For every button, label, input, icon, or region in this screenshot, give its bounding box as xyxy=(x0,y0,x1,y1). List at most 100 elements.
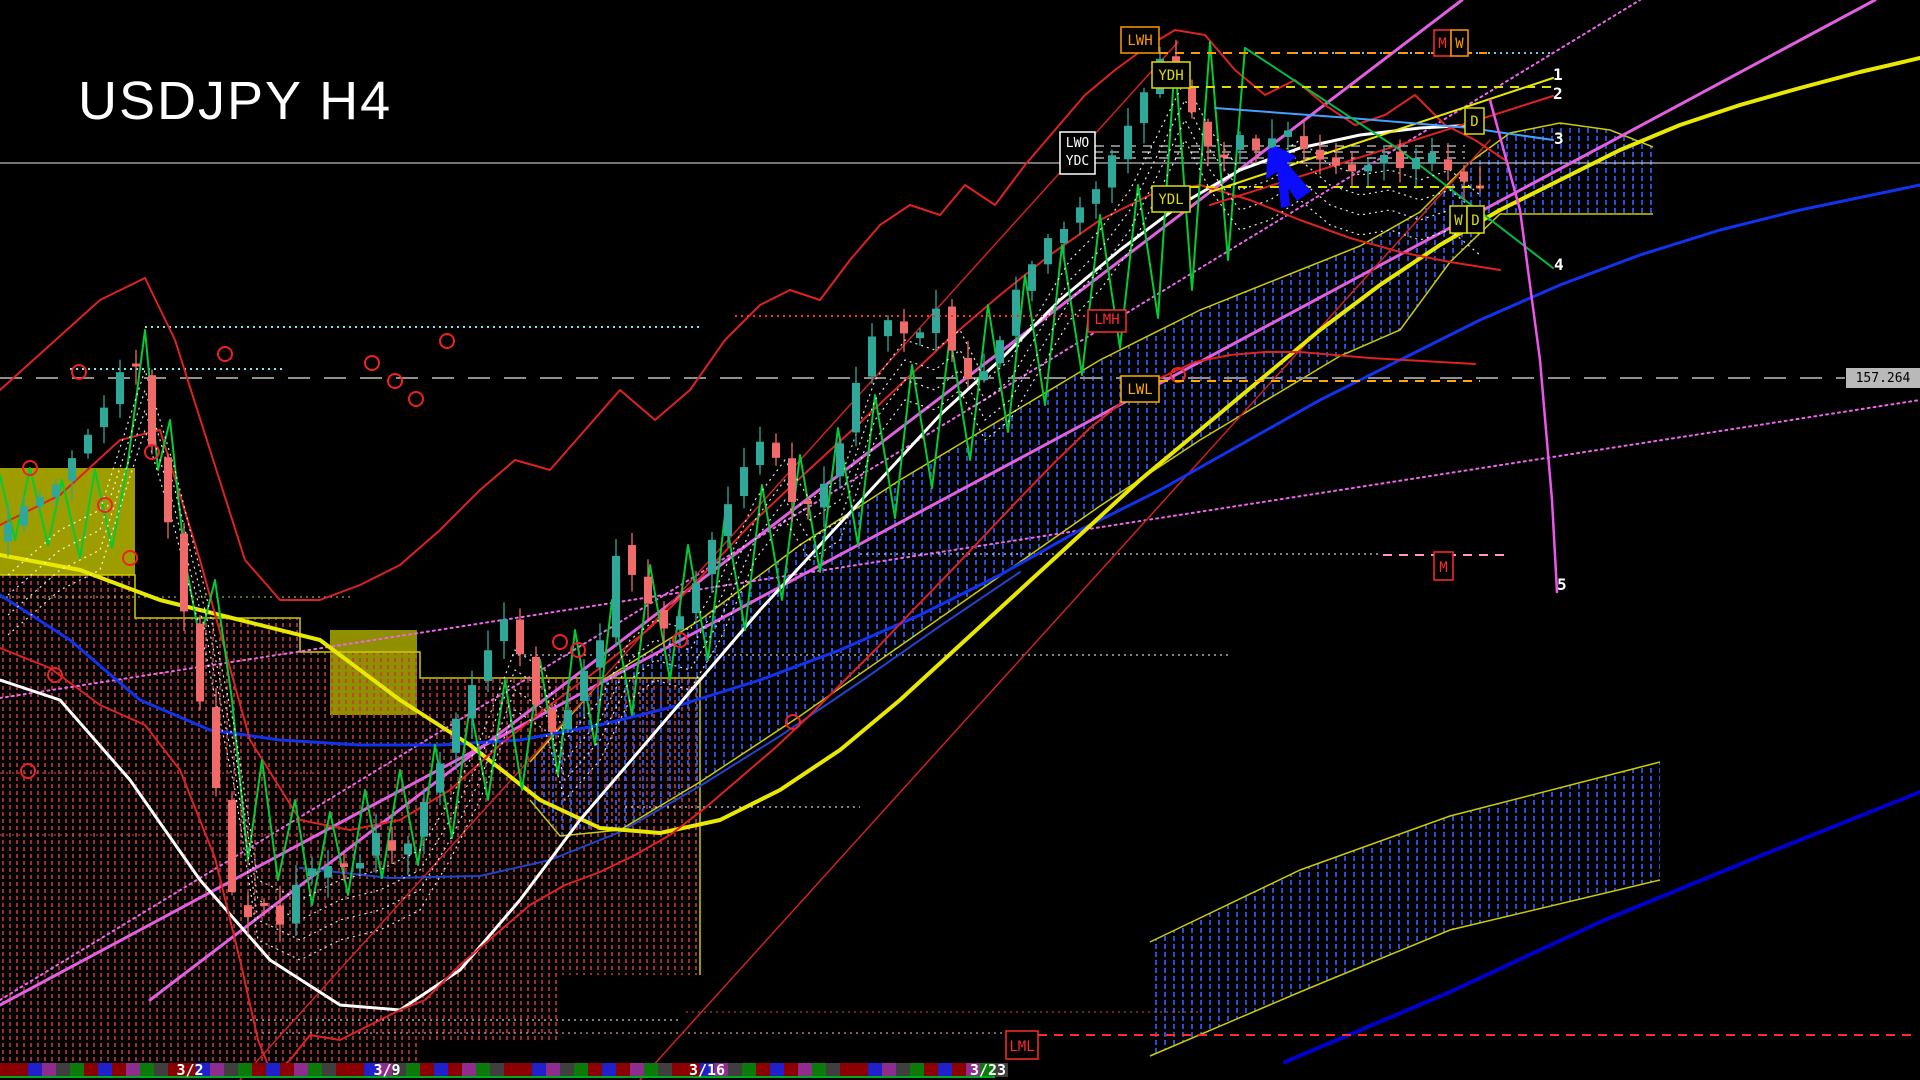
candle-body xyxy=(501,620,508,641)
ribbon-block xyxy=(154,1063,168,1077)
ribbon-block xyxy=(322,1063,336,1077)
ribbon-block xyxy=(560,1063,574,1077)
ribbon-block xyxy=(462,1063,476,1077)
ribbon-block xyxy=(434,1063,448,1077)
ribbon-block xyxy=(518,1063,532,1077)
candle-body xyxy=(277,906,284,924)
candle-body xyxy=(69,459,76,480)
candle-body xyxy=(341,864,348,867)
ribbon-block xyxy=(938,1063,952,1077)
level-label-text: YDC xyxy=(1066,154,1089,169)
candle-body xyxy=(389,841,396,850)
x-axis-date-3/16: 3/16 xyxy=(689,1061,725,1079)
candle-body xyxy=(981,372,988,380)
candle-body xyxy=(1029,265,1036,291)
x-axis-date-3/2: 3/2 xyxy=(176,1061,203,1079)
candle-body xyxy=(1413,159,1420,169)
candle-body xyxy=(293,885,300,923)
ribbon-block xyxy=(784,1063,798,1077)
level-label-text: LML xyxy=(1009,1039,1034,1055)
period-marker-text: W xyxy=(1454,213,1463,229)
candle-body xyxy=(1429,153,1436,162)
candle-body xyxy=(1285,131,1292,137)
candle-body xyxy=(581,671,588,700)
candle-body xyxy=(1333,158,1340,165)
ribbon-block xyxy=(840,1063,854,1077)
ribbon-block xyxy=(504,1063,518,1077)
fan-line-number-5: 5 xyxy=(1557,575,1567,594)
ribbon-block xyxy=(210,1063,224,1077)
level-label-LWO-YDC[interactable]: LWOYDC xyxy=(1060,132,1095,174)
level-label-LWL[interactable]: LWL xyxy=(1121,376,1159,402)
fan-line-number-3: 3 xyxy=(1554,129,1564,148)
ribbon-block xyxy=(406,1063,420,1077)
candle-body xyxy=(1349,165,1356,171)
ribbon-block xyxy=(0,1063,14,1077)
candle-body xyxy=(453,719,460,752)
ribbon-block xyxy=(56,1063,70,1077)
candle-body xyxy=(885,321,892,336)
period-marker-D-4[interactable]: D xyxy=(1467,206,1484,233)
candle-body xyxy=(677,617,684,629)
candle-body xyxy=(437,764,444,792)
candle-body xyxy=(1141,93,1148,123)
ribbon-block xyxy=(98,1063,112,1077)
candle-body xyxy=(421,802,428,836)
ribbon-block xyxy=(490,1063,504,1077)
candle-body xyxy=(261,903,268,905)
candle-body xyxy=(485,651,492,681)
candle-body xyxy=(1125,126,1132,158)
candle-body xyxy=(21,507,28,525)
candle-body xyxy=(869,337,876,376)
ribbon-block xyxy=(140,1063,154,1077)
candle-body xyxy=(5,524,12,541)
candle-body xyxy=(197,624,204,701)
candle-body xyxy=(629,546,636,575)
level-label-LML[interactable]: LML xyxy=(1006,1031,1038,1059)
level-label-YDH[interactable]: YDH xyxy=(1152,62,1190,88)
period-marker-D-2[interactable]: D xyxy=(1465,108,1484,134)
swing-circle-marker xyxy=(72,365,86,379)
candle-body xyxy=(1445,160,1452,170)
swing-circle-marker xyxy=(365,356,379,370)
candle-body xyxy=(1461,172,1468,181)
candle-body xyxy=(917,333,924,338)
level-label-M[interactable]: M xyxy=(1434,552,1453,580)
period-marker-M-0[interactable]: M xyxy=(1434,30,1451,56)
ribbon-block xyxy=(924,1063,938,1077)
period-marker-W-3[interactable]: W xyxy=(1450,206,1467,233)
bottom-ribbon xyxy=(0,1063,1008,1077)
candle-body xyxy=(757,442,764,464)
ribbon-block xyxy=(294,1063,308,1077)
candle-body xyxy=(1397,152,1404,168)
ribbon-block xyxy=(252,1063,266,1077)
candle-body xyxy=(1045,239,1052,264)
ribbon-block xyxy=(644,1063,658,1077)
period-marker-W-1[interactable]: W xyxy=(1451,30,1468,56)
ribbon-block xyxy=(658,1063,672,1077)
candle-body xyxy=(965,358,972,378)
level-label-text: YDH xyxy=(1158,68,1183,84)
price-chart-canvas[interactable]: LWHYDHYDLLMHLWLMLMLLWOYDCMWDWD123453/23/… xyxy=(0,0,1920,1080)
period-marker-text: W xyxy=(1455,36,1464,52)
candle-body xyxy=(853,383,860,432)
ribbon-block xyxy=(812,1063,826,1077)
candle-body xyxy=(1221,155,1228,157)
candle-body xyxy=(101,408,108,427)
ribbon-block xyxy=(308,1063,322,1077)
candle-body xyxy=(725,505,732,536)
level-label-YDL[interactable]: YDL xyxy=(1152,186,1190,212)
ribbon-block xyxy=(448,1063,462,1077)
ribbon-block xyxy=(798,1063,812,1077)
candle-body xyxy=(133,364,140,366)
candle-body xyxy=(117,373,124,404)
period-marker-text: D xyxy=(1470,114,1478,130)
level-label-LWH[interactable]: LWH xyxy=(1121,27,1159,53)
ribbon-block xyxy=(896,1063,910,1077)
fan-line-number-1: 1 xyxy=(1553,65,1563,84)
candle-body xyxy=(53,485,60,496)
candle-body xyxy=(373,834,380,856)
level-label-LMH[interactable]: LMH xyxy=(1088,310,1126,332)
ribbon-block xyxy=(742,1063,756,1077)
candle-body xyxy=(1365,166,1372,171)
